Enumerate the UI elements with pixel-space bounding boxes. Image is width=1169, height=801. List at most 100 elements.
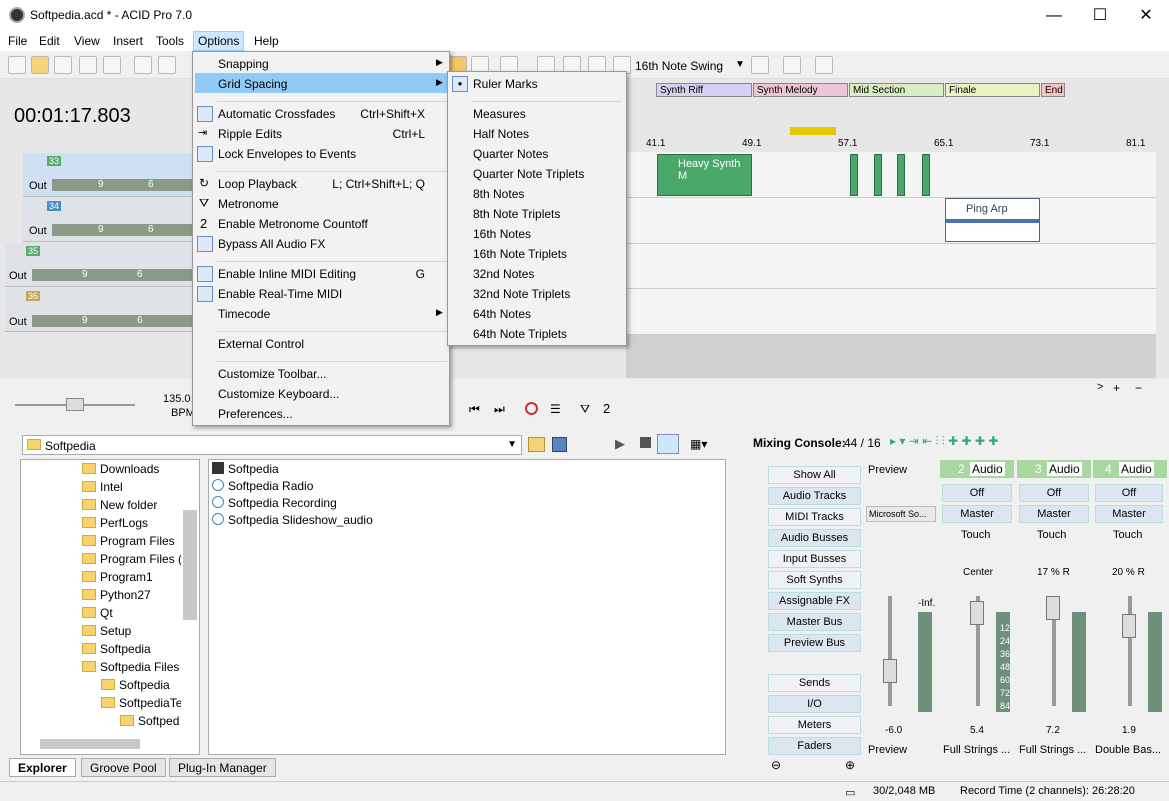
tree-item[interactable]: Softpedia [101, 678, 170, 692]
timeline-ruler[interactable]: 41.1 49.1 57.1 65.1 73.1 81.1 [626, 138, 1156, 152]
tree-item[interactable]: Setup [82, 624, 131, 638]
marker-synth-melody[interactable]: Synth Melody [753, 83, 848, 97]
menu-item-metronome[interactable]: Metronome [218, 197, 279, 211]
h-scroll-right-icon[interactable]: > [1097, 381, 1103, 393]
meters-button[interactable]: Meters [768, 716, 861, 734]
submenu-item[interactable]: Half Notes [473, 127, 529, 141]
submenu-item[interactable]: 32nd Note Triplets [473, 287, 570, 301]
tab-plugin-manager[interactable]: Plug-In Manager [169, 758, 276, 777]
strip-touch[interactable]: Touch [1037, 529, 1066, 541]
master-bus-button[interactable]: Master Bus [768, 613, 861, 631]
menu-item-lock-envelopes[interactable]: Lock Envelopes to Events [218, 147, 356, 161]
midi-tracks-button[interactable]: MIDI Tracks [768, 508, 861, 526]
tree-item[interactable]: New folder [82, 498, 157, 512]
strip-touch[interactable]: Touch [961, 529, 990, 541]
tree-item[interactable]: PerfLogs [82, 516, 148, 530]
submenu-item[interactable]: 8th Note Triplets [473, 207, 560, 221]
zoom-in-icon[interactable]: + [1113, 381, 1120, 395]
tab-explorer[interactable]: Explorer [9, 758, 76, 777]
faders-button[interactable]: Faders [768, 737, 861, 755]
strip-header[interactable]: 2 Audio [940, 460, 1014, 478]
menu-help[interactable]: Help [254, 34, 279, 48]
tree-item[interactable]: SoftpediaTe [101, 696, 181, 710]
submenu-item[interactable]: Quarter Note Triplets [473, 167, 584, 181]
strip-header[interactable]: 4 Audio [1093, 460, 1167, 478]
stop-icon[interactable] [640, 437, 651, 448]
audio-clip[interactable] [874, 154, 882, 196]
strip-off[interactable]: Off [1019, 484, 1089, 502]
render-icon[interactable] [79, 56, 97, 74]
submenu-item[interactable]: 16th Note Triplets [473, 247, 567, 261]
marker-mid-section[interactable]: Mid Section [849, 83, 944, 97]
marker-finale[interactable]: Finale [945, 83, 1040, 97]
menu-item-loop-playback[interactable]: Loop Playback [218, 177, 297, 191]
tree-item[interactable]: Program Files (x [82, 552, 181, 566]
strip-touch[interactable]: Touch [1113, 529, 1142, 541]
strip-off[interactable]: Off [942, 484, 1012, 502]
mixer-icon[interactable]: ☰ [550, 402, 561, 416]
strip-header[interactable]: 3 Audio [1017, 460, 1091, 478]
io-button[interactable]: I/O [768, 695, 861, 713]
tree-item[interactable]: Program Files [82, 534, 175, 548]
swing-dropdown-icon[interactable]: ▼ [735, 59, 745, 70]
menu-item-realtime-midi[interactable]: Enable Real-Time MIDI [218, 287, 342, 301]
submenu-item[interactable]: 8th Notes [473, 187, 524, 201]
tree-item[interactable]: Qt [82, 606, 113, 620]
file-item[interactable]: Softpedia Recording [212, 496, 337, 510]
tab-groove-pool[interactable]: Groove Pool [81, 758, 166, 777]
help-pointer-icon[interactable] [815, 56, 833, 74]
menu-item-preferences[interactable]: Preferences... [218, 407, 293, 421]
file-item[interactable]: Softpedia Slideshow_audio [212, 513, 373, 527]
sends-button[interactable]: Sends [768, 674, 861, 692]
track-volume-bar[interactable]: 9 6 [32, 269, 192, 281]
tree-item[interactable]: Intel [82, 480, 123, 494]
maximize-button[interactable]: ☐ [1077, 0, 1123, 31]
strip-off[interactable]: Off [1095, 484, 1163, 502]
menu-options[interactable]: Options [193, 31, 245, 51]
hand-icon[interactable] [783, 56, 801, 74]
audio-busses-button[interactable]: Audio Busses [768, 529, 861, 547]
snap-icon[interactable] [751, 56, 769, 74]
submenu-item[interactable]: 16th Notes [473, 227, 531, 241]
audio-clip[interactable] [897, 154, 905, 196]
menu-item-customize-keyboard[interactable]: Customize Keyboard... [218, 387, 339, 401]
strip-fader[interactable] [970, 601, 984, 625]
mixer-zoom-in-icon[interactable]: ⊕ [845, 758, 855, 772]
explorer-path-field[interactable]: Softpedia ▼ [22, 435, 522, 455]
file-item[interactable]: Softpedia [212, 462, 279, 476]
up-folder-icon[interactable] [528, 437, 545, 452]
input-busses-button[interactable]: Input Busses [768, 550, 861, 568]
preview-fader[interactable] [883, 659, 897, 683]
submenu-item[interactable]: 64th Notes [473, 307, 531, 321]
new-icon[interactable] [8, 56, 26, 74]
track-volume-bar[interactable]: 9 6 [32, 315, 192, 327]
file-item[interactable]: Softpedia Radio [212, 479, 313, 493]
menu-view[interactable]: View [74, 34, 100, 48]
tree-item[interactable]: Softpedia [82, 642, 151, 656]
menu-tools[interactable]: Tools [156, 34, 184, 48]
strip-master[interactable]: Master [1019, 505, 1089, 523]
menu-edit[interactable]: Edit [39, 34, 60, 48]
menu-item-inline-midi[interactable]: Enable Inline MIDI Editing [218, 267, 356, 281]
copy-icon[interactable] [158, 56, 176, 74]
menu-item-customize-toolbar[interactable]: Customize Toolbar... [218, 367, 327, 381]
menu-item-ripple-edits[interactable]: Ripple Edits [218, 127, 282, 141]
auto-preview-icon[interactable] [657, 434, 679, 454]
tree-item[interactable]: Softpedia Files [82, 660, 179, 674]
mixer-zoom-out-icon[interactable]: ⊖ [771, 758, 781, 772]
marker-end[interactable]: End [1041, 83, 1065, 97]
tree-item[interactable]: Downloads [82, 462, 159, 476]
cut-icon[interactable] [134, 56, 152, 74]
menu-item-external-control[interactable]: External Control [218, 337, 304, 351]
open-icon[interactable] [31, 56, 49, 74]
views-icon[interactable]: ▦▾ [690, 437, 707, 451]
tree-h-scrollbar[interactable] [40, 739, 140, 749]
metronome-icon[interactable]: ⛛ [580, 402, 590, 417]
close-button[interactable]: ✕ [1123, 0, 1169, 31]
swing-select[interactable]: 16th Note Swing [635, 59, 723, 73]
menu-file[interactable]: File [8, 34, 27, 48]
submenu-item[interactable]: 32nd Notes [473, 267, 534, 281]
strip-master[interactable]: Master [1095, 505, 1163, 523]
minimize-button[interactable]: — [1031, 0, 1077, 31]
audio-tracks-button[interactable]: Audio Tracks [768, 487, 861, 505]
